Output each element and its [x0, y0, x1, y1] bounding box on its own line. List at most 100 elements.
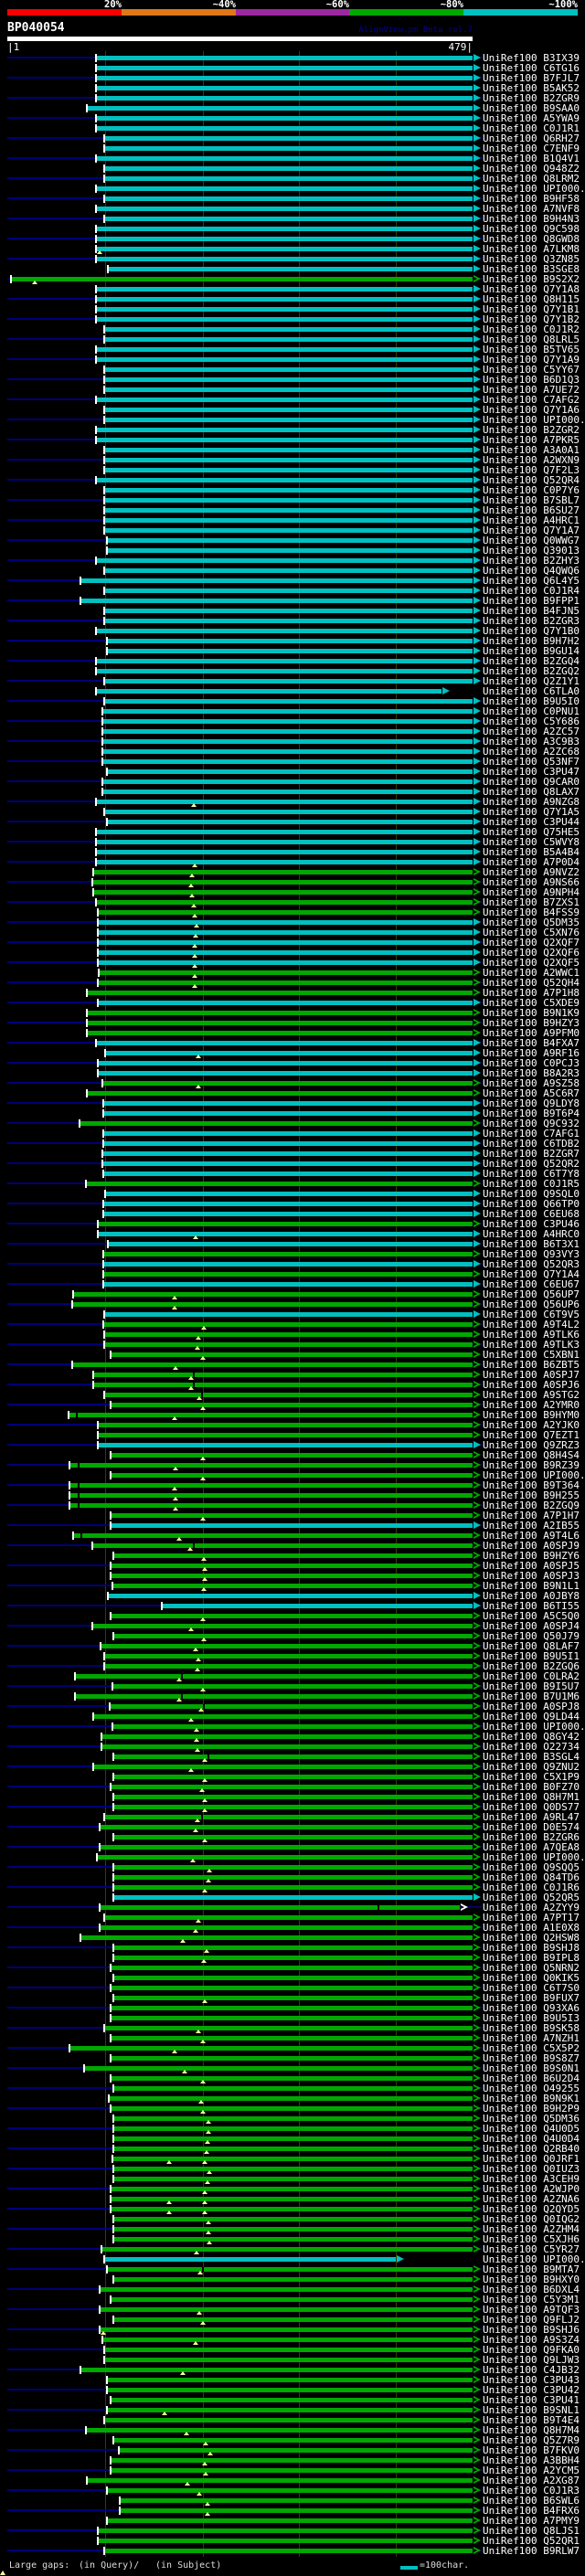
alignment-bar[interactable] [102, 1734, 473, 1739]
alignment-bar[interactable] [101, 1905, 460, 1910]
hit-accession-label[interactable]: UniRef100_B2ZGR9 [483, 93, 584, 103]
alignment-bar[interactable] [108, 2518, 473, 2523]
hit-accession-label[interactable]: UniRef100_A2ZHM4 [483, 2224, 584, 2234]
alignment-bar[interactable] [70, 1483, 473, 1488]
alignment-bar[interactable] [97, 357, 473, 362]
alignment-bar[interactable] [88, 106, 473, 111]
hit-accession-label[interactable]: UniRef100_Q6RH27 [483, 133, 584, 143]
hit-accession-label[interactable]: UniRef100_B2ZGR3 [483, 616, 584, 626]
alignment-bar[interactable] [106, 1051, 473, 1055]
hit-accession-label[interactable]: UniRef100_C5XDE9 [483, 998, 584, 1008]
alignment-bar[interactable] [97, 860, 473, 864]
alignment-bar[interactable] [88, 2478, 473, 2483]
hit-accession-label[interactable]: UniRef100_Q52QH4 [483, 978, 584, 988]
hit-accession-label[interactable]: UniRef100_A3C9B3 [483, 737, 584, 747]
alignment-bar[interactable] [104, 1141, 473, 1146]
alignment-bar[interactable] [105, 327, 473, 332]
alignment-bar[interactable] [113, 1724, 473, 1729]
hit-accession-label[interactable]: UniRef100_Q948Z2 [483, 164, 584, 174]
hit-accession-label[interactable]: UniRef100_B9HZY3 [483, 1018, 584, 1028]
hit-accession-label[interactable]: UniRef100_C3PU47 [483, 767, 584, 777]
alignment-bar[interactable] [105, 176, 473, 181]
alignment-bar[interactable] [81, 2368, 473, 2372]
alignment-bar[interactable] [112, 2006, 473, 2010]
hit-accession-label[interactable]: UniRef100_C5YY67 [483, 365, 584, 375]
hit-accession-label[interactable]: UniRef100_A0JBY8 [483, 1591, 584, 1601]
hit-accession-label[interactable]: UniRef100_B9RLW7 [483, 2546, 584, 2556]
alignment-bar[interactable] [108, 548, 473, 553]
alignment-bar[interactable] [105, 2257, 396, 2262]
alignment-bar[interactable] [108, 820, 473, 824]
alignment-bar[interactable] [97, 76, 473, 80]
hit-accession-label[interactable]: UniRef100_B9T6P4 [483, 1108, 584, 1118]
hit-accession-label[interactable]: UniRef100_Q0IUZ3 [483, 2164, 584, 2174]
alignment-bar[interactable] [99, 1232, 473, 1236]
hit-accession-label[interactable]: UniRef100_C5XJH6 [483, 2234, 584, 2244]
alignment-bar[interactable] [101, 2287, 473, 2292]
alignment-bar[interactable] [97, 126, 473, 131]
hit-accession-label[interactable]: UniRef100_B9S0N1 [483, 2063, 584, 2073]
hit-accession-label[interactable]: UniRef100_B9SHJ6 [483, 2325, 584, 2335]
alignment-bar[interactable] [97, 669, 473, 673]
hit-accession-label[interactable]: UniRef100_B2ZGQ9 [483, 1500, 584, 1511]
hit-accession-label[interactable]: UniRef100_Q75HE5 [483, 827, 584, 837]
alignment-bar[interactable] [105, 1342, 473, 1347]
hit-accession-label[interactable]: UniRef100_B5AK52 [483, 83, 584, 93]
alignment-bar[interactable] [113, 1684, 473, 1689]
alignment-bar[interactable] [101, 2307, 473, 2312]
hit-accession-label[interactable]: UniRef100_A9NZG8 [483, 797, 584, 807]
alignment-bar[interactable] [101, 1845, 473, 1850]
alignment-bar[interactable] [99, 1222, 473, 1226]
hit-accession-label[interactable]: UniRef100_Q9FKA0 [483, 2345, 584, 2355]
alignment-bar[interactable] [88, 1011, 473, 1015]
hit-accession-label[interactable]: UniRef100_Q56UP6 [483, 1299, 584, 1309]
alignment-bar[interactable] [121, 2508, 473, 2513]
hit-accession-label[interactable]: UniRef100_A9RL47 [483, 1812, 584, 1822]
hit-accession-label[interactable]: UniRef100_B9HZY6 [483, 1551, 584, 1561]
hit-accession-label[interactable]: UniRef100_Q84TD6 [483, 1872, 584, 1882]
alignment-bar[interactable] [114, 1945, 473, 1950]
alignment-bar[interactable] [97, 850, 473, 854]
hit-accession-label[interactable]: UniRef100_Q8GY42 [483, 1732, 584, 1742]
hit-accession-label[interactable]: UniRef100_B3SGL4 [483, 1752, 584, 1762]
alignment-bar[interactable] [104, 1262, 473, 1267]
alignment-bar[interactable] [109, 267, 473, 271]
hit-accession-label[interactable]: UniRef100_A2XG87 [483, 2475, 584, 2486]
alignment-bar[interactable] [110, 2096, 473, 2101]
hit-accession-label[interactable]: UniRef100_A2WXN9 [483, 455, 584, 465]
alignment-bar[interactable] [94, 1373, 473, 1377]
hit-accession-label[interactable]: UniRef100_B3IX39 [483, 53, 584, 63]
hit-accession-label[interactable]: UniRef100_A2WJP0 [483, 2184, 584, 2194]
alignment-bar[interactable] [97, 428, 473, 432]
hit-accession-label[interactable]: UniRef100_C6EU67 [483, 1279, 584, 1289]
alignment-bar[interactable] [97, 900, 473, 905]
hit-accession-label[interactable]: UniRef100_B2ZGR6 [483, 1832, 584, 1842]
alignment-bar[interactable] [112, 1513, 473, 1518]
alignment-bar[interactable] [114, 1775, 473, 1779]
alignment-bar[interactable] [105, 2026, 473, 2030]
hit-accession-label[interactable]: UniRef100_Q9C932 [483, 1118, 584, 1129]
hit-accession-label[interactable]: UniRef100_B6T3X1 [483, 1239, 584, 1249]
alignment-bar[interactable] [104, 1212, 473, 1216]
alignment-bar[interactable] [97, 689, 441, 694]
alignment-bar[interactable] [104, 1322, 473, 1327]
hit-accession-label[interactable]: UniRef100_B9U5I1 [483, 1651, 584, 1661]
hit-accession-label[interactable]: UniRef100_Q2Z1Y1 [483, 676, 584, 686]
alignment-bar[interactable] [94, 890, 473, 895]
alignment-bar[interactable] [101, 1925, 473, 1930]
hit-accession-label[interactable]: UniRef100_C5XN76 [483, 928, 584, 938]
hit-accession-label[interactable]: UniRef100_C3PU43 [483, 2375, 584, 2385]
hit-accession-label[interactable]: UniRef100_B9SAA0 [483, 103, 584, 113]
hit-accession-label[interactable]: UniRef100_A9S3Z4 [483, 2335, 584, 2345]
hit-accession-label[interactable]: UniRef100_B9HXY0 [483, 2274, 584, 2284]
hit-accession-label[interactable]: UniRef100_Q52QR5 [483, 1892, 584, 1903]
hit-accession-label[interactable]: UniRef100_A2YMR0 [483, 1400, 584, 1410]
alignment-bar[interactable] [73, 1362, 473, 1367]
alignment-bar[interactable] [80, 1121, 473, 1126]
alignment-bar[interactable] [85, 2066, 473, 2071]
hit-accession-label[interactable]: UniRef100_A0SPJ5 [483, 1561, 584, 1571]
alignment-bar[interactable] [99, 1423, 473, 1427]
hit-accession-label[interactable]: UniRef100_A2ZC68 [483, 747, 584, 757]
alignment-bar[interactable] [114, 1634, 473, 1638]
alignment-bar[interactable] [97, 257, 473, 261]
